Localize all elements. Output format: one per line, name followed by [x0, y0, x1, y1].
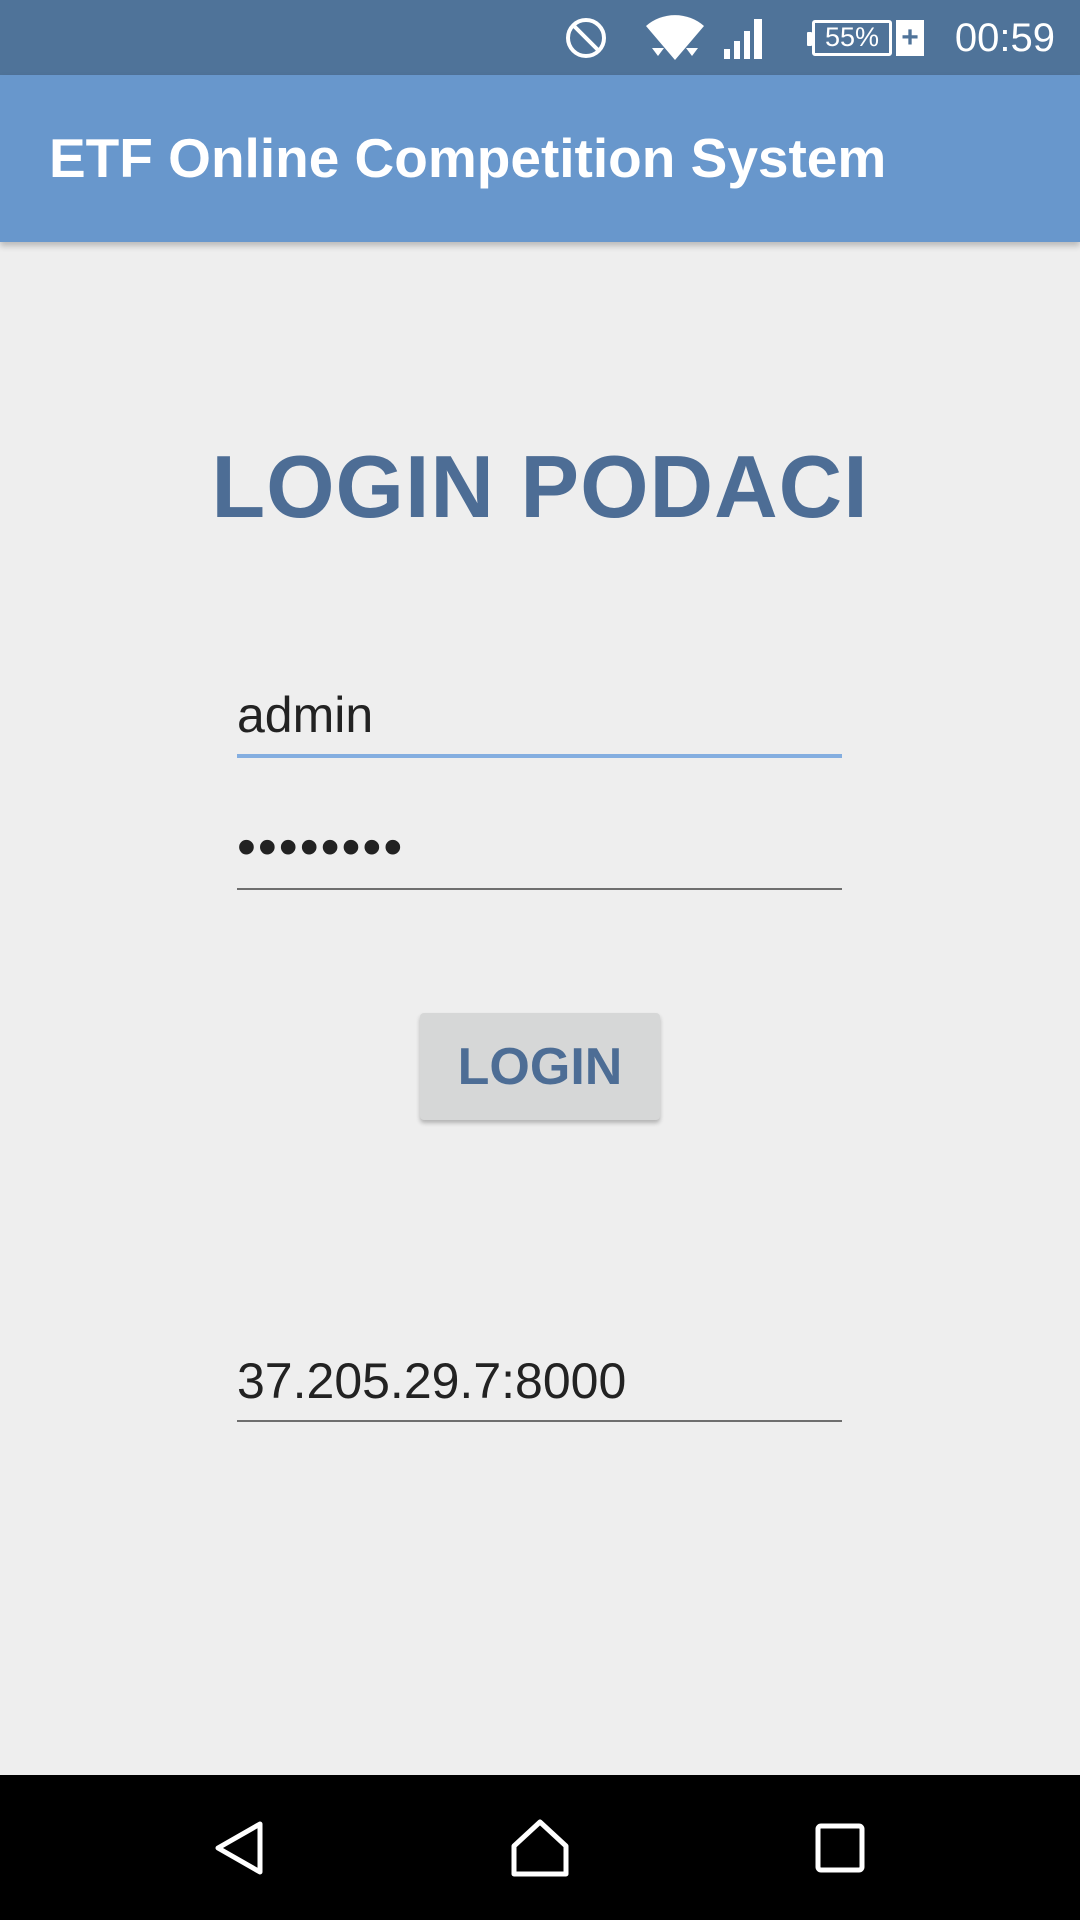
- back-icon: [215, 1821, 263, 1874]
- login-heading: LOGIN PODACI: [211, 437, 869, 536]
- home-button[interactable]: [480, 1775, 600, 1920]
- back-button[interactable]: [180, 1775, 300, 1920]
- wifi-icon: [644, 0, 706, 75]
- do-not-disturb-icon: [562, 0, 610, 75]
- status-time: 00:59: [954, 16, 1055, 60]
- battery-charging-icon: 55% +: [807, 0, 924, 75]
- username-underline: [237, 754, 842, 758]
- home-icon: [511, 1819, 569, 1876]
- password-field[interactable]: [237, 816, 842, 890]
- recent-apps-icon: [815, 1823, 865, 1872]
- navigation-bar: [0, 1775, 1080, 1920]
- server-address-input[interactable]: [237, 1352, 842, 1420]
- server-address-underline: [237, 1420, 842, 1422]
- password-underline: [237, 888, 842, 890]
- login-button[interactable]: LOGIN: [420, 1013, 660, 1120]
- screen: 55% + 00:59 ETF Online Competition Syste…: [0, 0, 1080, 1920]
- charging-plus-icon: +: [896, 19, 924, 56]
- app-title: ETF Online Competition System: [49, 127, 887, 189]
- username-input[interactable]: [237, 686, 842, 754]
- battery-level: 55%: [807, 19, 892, 56]
- cell-signal-icon: [722, 0, 768, 75]
- recent-apps-button[interactable]: [780, 1775, 900, 1920]
- password-input[interactable]: [237, 816, 842, 888]
- server-address-field[interactable]: [237, 1352, 842, 1422]
- battery-percent: 55%: [824, 22, 880, 52]
- username-field[interactable]: [237, 686, 842, 758]
- status-bar: 55% + 00:59: [0, 0, 1080, 75]
- app-bar: ETF Online Competition System: [0, 75, 1080, 242]
